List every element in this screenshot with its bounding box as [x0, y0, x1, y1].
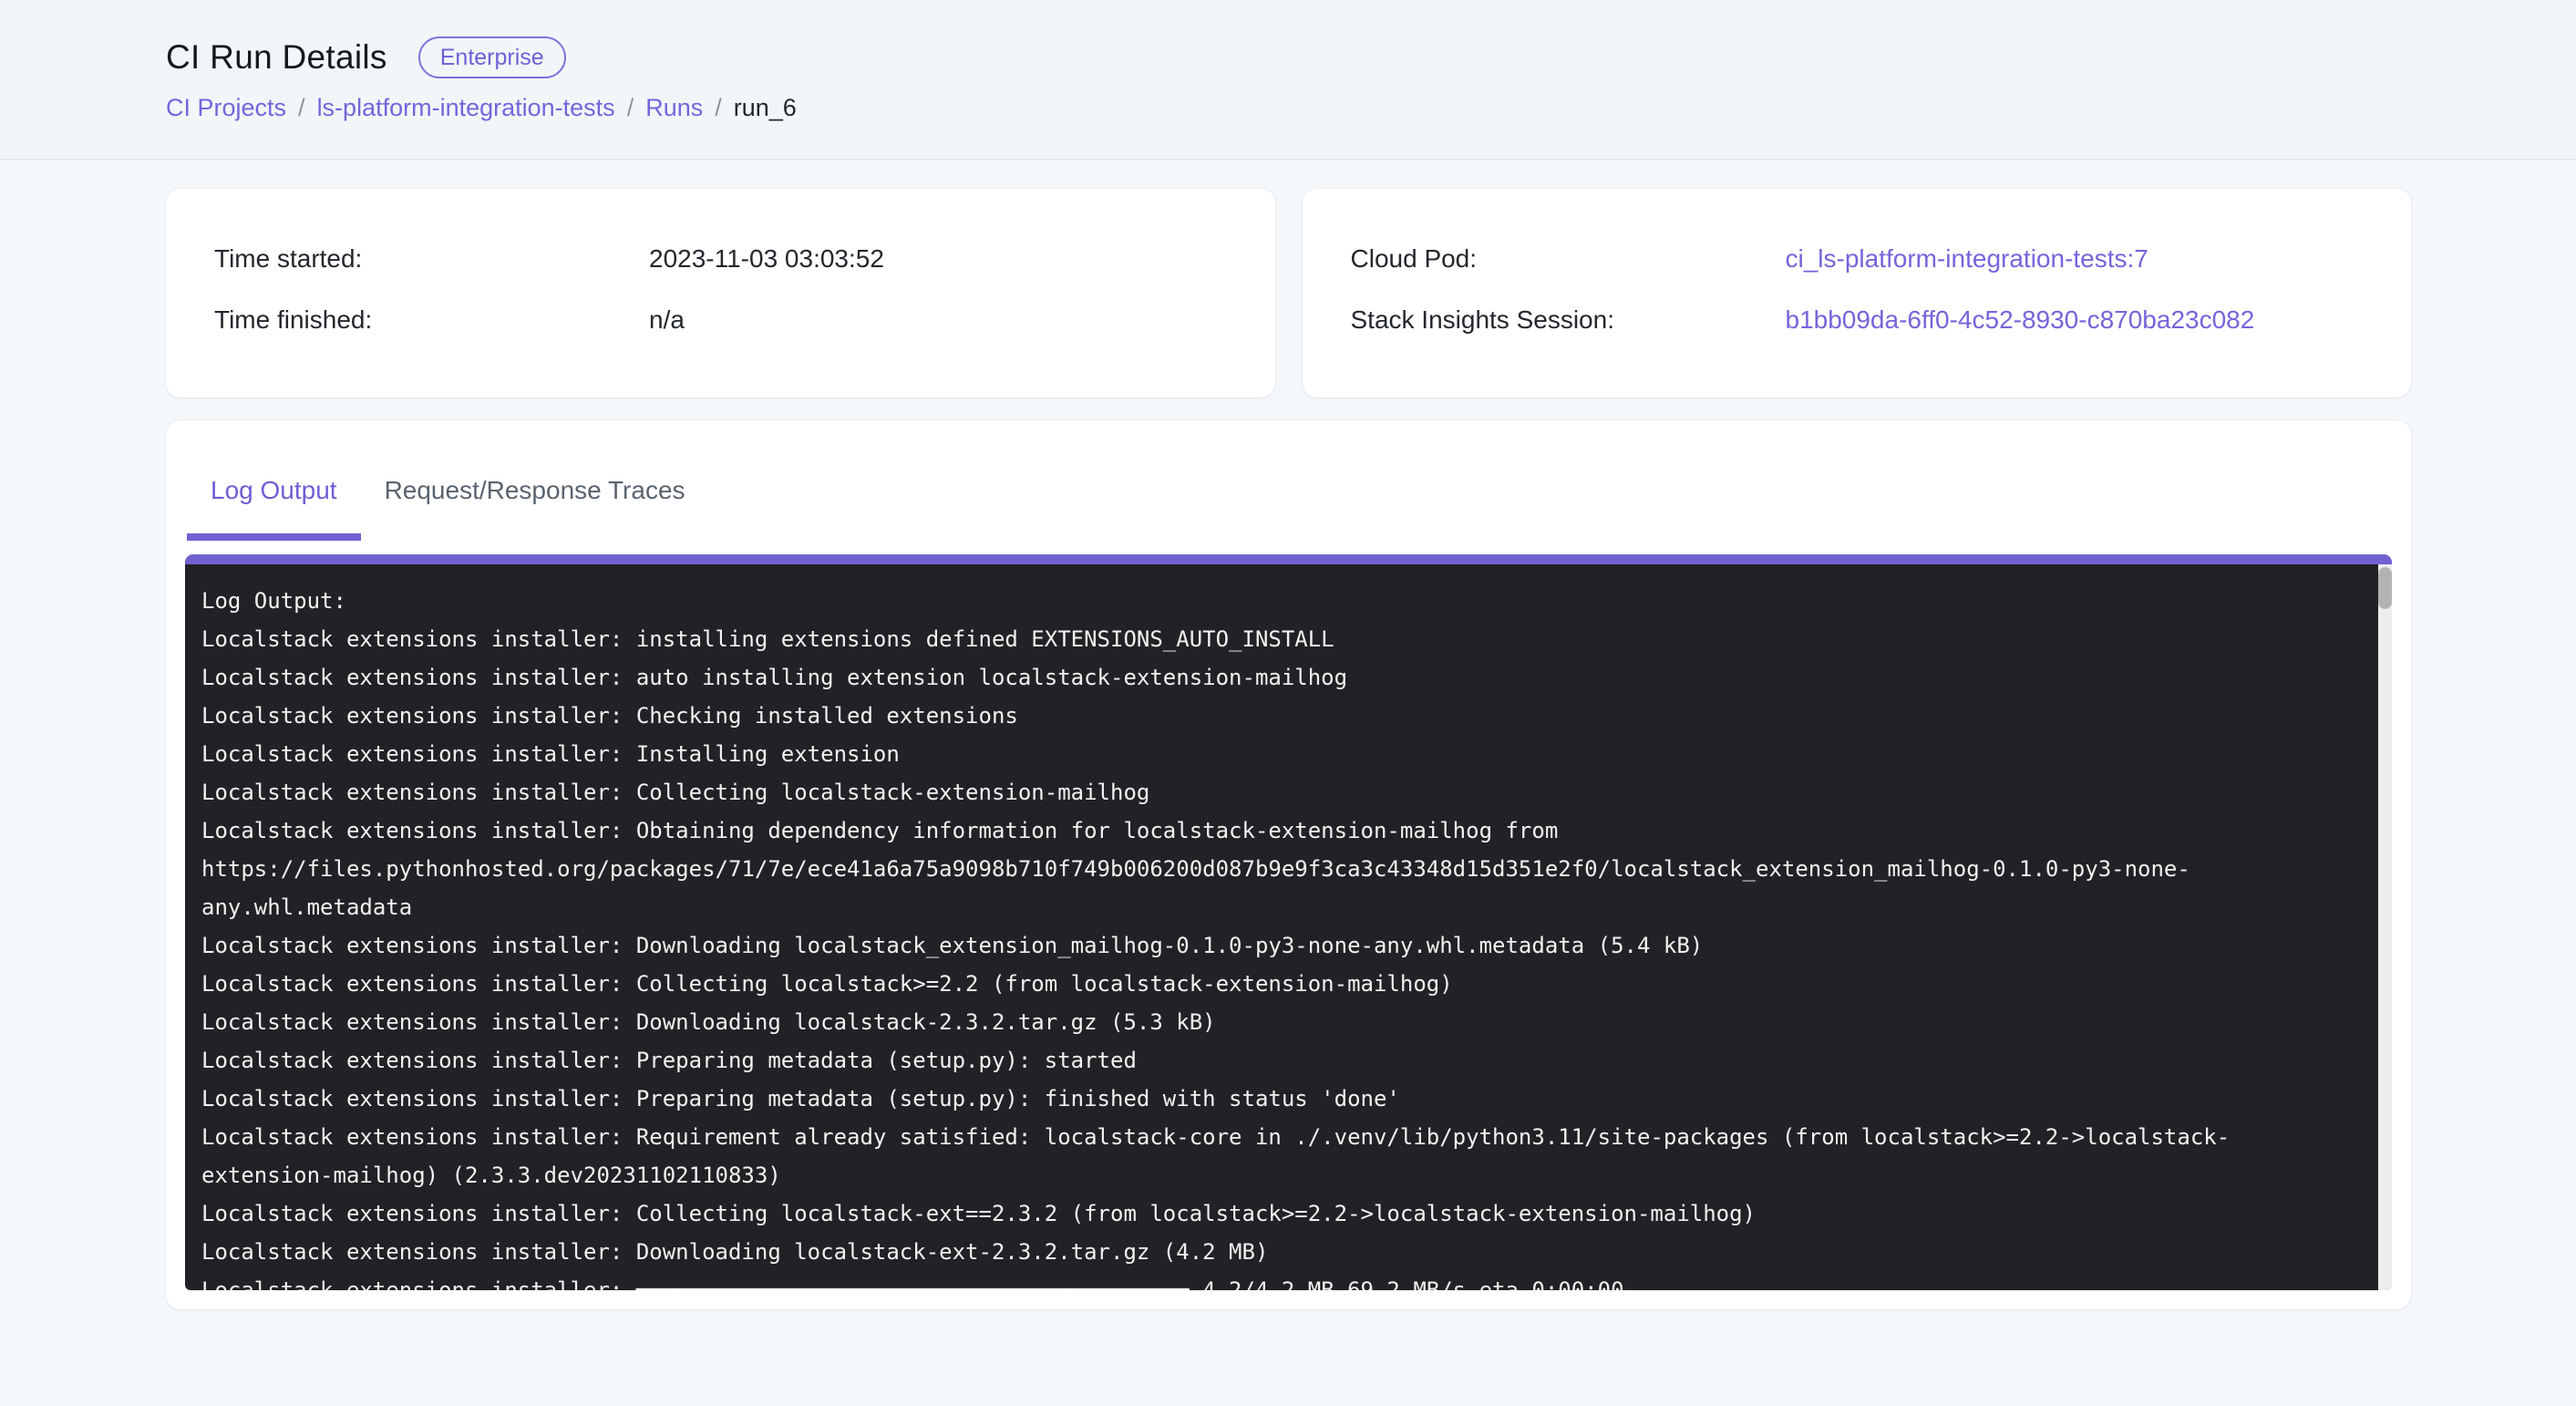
time-finished-row: Time finished: n/a — [214, 305, 1239, 336]
tab-request-response-traces[interactable]: Request/Response Traces — [361, 475, 709, 541]
log-line: Localstack extensions installer: install… — [201, 620, 2337, 658]
stack-insights-session-link[interactable]: b1bb09da-6ff0-4c52-8930-c870ba23c082 — [1786, 305, 2375, 336]
log-line: Localstack extensions installer: Collect… — [201, 965, 2337, 1003]
stack-insights-session-row: Stack Insights Session: b1bb09da-6ff0-4c… — [1351, 305, 2375, 336]
breadcrumb-link-project[interactable]: ls-platform-integration-tests — [317, 94, 615, 122]
log-line: Localstack extensions installer: ━━━━━━━… — [201, 1271, 2337, 1290]
breadcrumb-current-run: run_6 — [734, 94, 797, 122]
cloud-pod-label: Cloud Pod: — [1351, 243, 1786, 274]
terminal-log-text: Log Output: Localstack extensions instal… — [185, 564, 2392, 1290]
breadcrumb-separator: / — [627, 94, 634, 122]
time-finished-label: Time finished: — [214, 305, 649, 336]
log-line: Localstack extensions installer: Downloa… — [201, 1003, 2337, 1041]
log-line: Localstack extensions installer: auto in… — [201, 658, 2337, 697]
log-line: Localstack extensions installer: Require… — [201, 1118, 2337, 1156]
info-cards-row: Time started: 2023-11-03 03:03:52 Time f… — [166, 189, 2411, 398]
log-line: https://files.pythonhosted.org/packages/… — [201, 850, 2337, 888]
log-line: Localstack extensions installer: Obtaini… — [201, 812, 2337, 850]
log-line: Localstack extensions installer: Downloa… — [201, 1233, 2337, 1271]
log-line: Localstack extensions installer: Collect… — [201, 773, 2337, 812]
page-content: Time started: 2023-11-03 03:03:52 Time f… — [0, 160, 2576, 1309]
breadcrumb: CI Projects / ls-platform-integration-te… — [166, 94, 2410, 122]
tab-bar: Log Output Request/Response Traces — [187, 475, 2392, 541]
terminal-scrollbar[interactable] — [2378, 564, 2392, 1290]
log-line: extension-mailhog) (2.3.3.dev20231102110… — [201, 1156, 2337, 1194]
log-line: Log Output: — [201, 582, 2337, 620]
breadcrumb-link-runs[interactable]: Runs — [645, 94, 703, 122]
time-started-label: Time started: — [214, 243, 649, 274]
log-output-card: Log Output Request/Response Traces Log O… — [166, 420, 2411, 1309]
time-finished-value: n/a — [649, 305, 1239, 336]
time-started-row: Time started: 2023-11-03 03:03:52 — [214, 243, 1239, 274]
cloud-pod-link[interactable]: ci_ls-platform-integration-tests:7 — [1786, 243, 2375, 274]
tab-log-output[interactable]: Log Output — [187, 475, 361, 541]
log-output-terminal: Log Output: Localstack extensions instal… — [185, 554, 2392, 1290]
stack-insights-session-label: Stack Insights Session: — [1351, 305, 1786, 336]
log-line: any.whl.metadata — [201, 888, 2337, 926]
page-title: CI Run Details — [166, 38, 387, 77]
breadcrumb-separator: / — [715, 94, 722, 122]
time-info-card: Time started: 2023-11-03 03:03:52 Time f… — [166, 189, 1275, 398]
terminal-scrollbar-thumb[interactable] — [2378, 567, 2392, 609]
log-line: Localstack extensions installer: Collect… — [201, 1194, 2337, 1233]
title-row: CI Run Details Enterprise — [166, 36, 2410, 78]
log-line: Localstack extensions installer: Downloa… — [201, 926, 2337, 965]
breadcrumb-link-ci-projects[interactable]: CI Projects — [166, 94, 286, 122]
session-info-card: Cloud Pod: ci_ls-platform-integration-te… — [1303, 189, 2412, 398]
log-line: Localstack extensions installer: Prepari… — [201, 1080, 2337, 1118]
cloud-pod-row: Cloud Pod: ci_ls-platform-integration-te… — [1351, 243, 2375, 274]
time-started-value: 2023-11-03 03:03:52 — [649, 243, 1239, 274]
page-header: CI Run Details Enterprise CI Projects / … — [0, 0, 2576, 160]
breadcrumb-separator: / — [298, 94, 305, 122]
enterprise-badge: Enterprise — [418, 36, 566, 78]
log-line: Localstack extensions installer: Prepari… — [201, 1041, 2337, 1080]
log-line: Localstack extensions installer: Checkin… — [201, 697, 2337, 735]
log-line: Localstack extensions installer: Install… — [201, 735, 2337, 773]
terminal-accent-bar — [185, 554, 2392, 564]
